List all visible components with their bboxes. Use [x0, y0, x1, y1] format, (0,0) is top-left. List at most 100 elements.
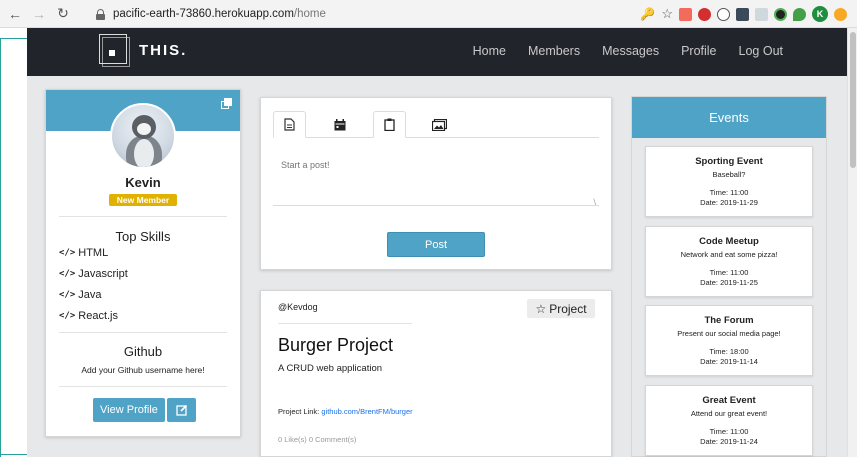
- page-scrollbar[interactable]: [847, 28, 857, 457]
- site-navbar: THIS. Home Members Messages Profile Log …: [27, 28, 847, 76]
- skill-item: </> Java: [59, 289, 102, 301]
- event-time: Time: 11:00: [709, 427, 749, 436]
- tab-text-post[interactable]: [273, 111, 306, 138]
- scrollbar-thumb[interactable]: [850, 32, 856, 168]
- skill-item: </> HTML: [59, 247, 108, 259]
- divider: [278, 323, 412, 324]
- avatar: [110, 103, 176, 169]
- brand-name[interactable]: THIS.: [139, 42, 187, 59]
- post-stats[interactable]: 0 Like(s) 0 Comment(s): [278, 435, 356, 444]
- skills-heading: Top Skills: [115, 229, 171, 244]
- frame-line-top-left: [0, 38, 27, 39]
- key-icon[interactable]: 🔑: [640, 7, 655, 21]
- profile-card: Kevin New Member Top Skills </> HTML </> J…: [45, 89, 241, 437]
- view-profile-button[interactable]: View Profile: [93, 398, 165, 422]
- logo-icon[interactable]: [99, 34, 131, 68]
- nav-link-messages[interactable]: Messages: [602, 44, 659, 58]
- url-host: pacific-earth-73860.herokuapp.com: [113, 8, 294, 20]
- profile-avatar-icon[interactable]: K: [812, 6, 828, 22]
- event-time: Time: 11:00: [709, 268, 749, 277]
- reload-icon[interactable]: ↻: [54, 5, 72, 23]
- event-date: Date: 2019-11-14: [700, 357, 758, 366]
- browser-toolbar: ← → ↻ pacific-earth-73860.herokuapp.com /…: [0, 0, 857, 28]
- member-badge: New Member: [109, 194, 177, 206]
- tab-project-post[interactable]: [373, 111, 406, 138]
- image-icon: [432, 118, 447, 131]
- edit-icon: [175, 404, 187, 416]
- event-description: Network and eat some pizza!: [680, 250, 778, 259]
- address-bar[interactable]: pacific-earth-73860.herokuapp.com/home: [96, 4, 656, 24]
- clipboard-icon: [384, 118, 395, 131]
- skill-label: HTML: [78, 247, 109, 259]
- project-tag: ☆ Project: [527, 299, 595, 318]
- skill-label: Java: [78, 289, 102, 301]
- project-tag-label: Project: [549, 301, 587, 316]
- project-link-label: Project Link:: [278, 407, 322, 416]
- extension-red-icon[interactable]: [679, 7, 692, 21]
- divider: [59, 216, 227, 217]
- event-card[interactable]: Sporting Event Baseball? Time: 11:00 Dat…: [645, 146, 813, 217]
- tab-image-post[interactable]: [423, 111, 456, 138]
- project-link-url[interactable]: github.com/BrentFM/burger: [321, 407, 412, 416]
- extension-alert-icon[interactable]: [834, 7, 847, 21]
- nav-link-profile[interactable]: Profile: [681, 44, 716, 58]
- nav-link-logout[interactable]: Log Out: [739, 44, 783, 58]
- nav-link-home[interactable]: Home: [473, 44, 506, 58]
- event-title: Code Meetup: [699, 236, 759, 247]
- extension-grey-icon[interactable]: [755, 7, 768, 21]
- event-date: Date: 2019-11-24: [700, 437, 758, 446]
- events-heading: Events: [632, 97, 826, 138]
- star-bookmark-icon[interactable]: ☆: [661, 6, 673, 22]
- divider: [59, 332, 227, 333]
- event-description: Attend our great event!: [690, 409, 768, 418]
- extension-tray: 🔑 ☆ K: [640, 5, 847, 23]
- extension-stop-icon[interactable]: [698, 7, 711, 21]
- forward-arrow-icon[interactable]: →: [30, 5, 48, 23]
- event-title: Sporting Event: [695, 156, 763, 167]
- lock-icon: [96, 8, 105, 20]
- skill-label: React.js: [78, 310, 119, 322]
- github-text: Add your Github username here!: [81, 365, 205, 375]
- resize-grip-icon[interactable]: ∖: [592, 198, 597, 207]
- nav-links: Home Members Messages Profile Log Out: [473, 44, 783, 58]
- extension-dark-icon[interactable]: [736, 7, 749, 21]
- code-icon: </>: [59, 311, 76, 321]
- post-card: @Kevdog ☆ Project Burger Project A CRUD …: [260, 290, 612, 457]
- star-icon: ☆: [535, 301, 547, 316]
- post-author[interactable]: @Kevdog: [278, 302, 318, 312]
- code-icon: </>: [59, 248, 76, 258]
- post-title: Burger Project: [278, 335, 394, 355]
- divider: [59, 386, 227, 387]
- extension-circle-icon[interactable]: [717, 7, 730, 21]
- event-card[interactable]: Great Event Attend our great event! Time…: [645, 385, 813, 456]
- code-icon: </>: [59, 290, 76, 300]
- event-time: Time: 18:00: [709, 347, 749, 356]
- events-panel: Events Sporting Event Baseball? Time: 11…: [631, 96, 827, 457]
- code-icon: </>: [59, 269, 76, 279]
- tab-event-post[interactable]: [323, 111, 356, 138]
- url-path: /home: [293, 8, 326, 20]
- project-link: Project Link: github.com/BrentFM/burger: [278, 407, 413, 416]
- event-card[interactable]: The Forum Present our social media page!…: [645, 305, 813, 376]
- extension-leaf-icon[interactable]: [793, 7, 806, 21]
- post-button[interactable]: Post: [387, 232, 485, 257]
- event-title: The Forum: [704, 315, 754, 326]
- github-heading: Github: [123, 344, 163, 359]
- edit-profile-button[interactable]: [167, 398, 196, 422]
- event-description: Present our social media page!: [677, 329, 781, 338]
- event-title: Great Event: [702, 395, 756, 406]
- post-textarea[interactable]: [273, 148, 599, 206]
- event-date: Date: 2019-11-29: [700, 198, 758, 207]
- nav-link-members[interactable]: Members: [528, 44, 580, 58]
- skill-label: Javascript: [78, 268, 128, 280]
- frame-line-left: [0, 38, 1, 457]
- copy-icon[interactable]: [221, 98, 232, 109]
- event-date: Date: 2019-11-25: [700, 278, 758, 287]
- profile-name: Kevin: [125, 175, 161, 190]
- back-arrow-icon[interactable]: ←: [6, 5, 24, 23]
- document-icon: [284, 118, 295, 131]
- event-description: Baseball?: [712, 170, 746, 179]
- event-card[interactable]: Code Meetup Network and eat some pizza! …: [645, 226, 813, 297]
- skill-item: </> React.js: [59, 310, 118, 322]
- extension-green-ring-icon[interactable]: [774, 7, 787, 21]
